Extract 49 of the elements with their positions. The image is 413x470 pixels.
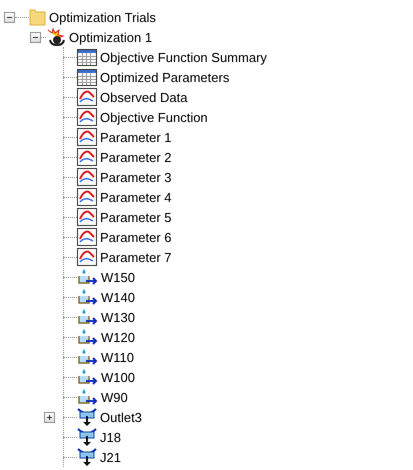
tree-item[interactable]: Observed Data <box>100 90 188 104</box>
junction-icon <box>77 447 97 467</box>
tree-item[interactable]: Optimization 1 <box>69 30 152 44</box>
tree-item[interactable]: Parameter 5 <box>100 210 172 224</box>
tree-item[interactable]: Outlet3 <box>100 410 142 424</box>
tree-item[interactable]: J21 <box>100 450 121 464</box>
basin-icon <box>77 288 98 306</box>
table-icon <box>77 48 97 66</box>
graph-icon <box>77 248 97 266</box>
tree-item[interactable]: Parameter 2 <box>100 150 172 164</box>
graph-icon <box>77 88 97 106</box>
table-icon <box>77 68 97 86</box>
tree-item[interactable]: Objective Function Summary <box>100 50 267 64</box>
basin-icon <box>77 268 98 286</box>
tree-item[interactable]: W120 <box>101 330 135 344</box>
graph-icon <box>77 108 97 126</box>
graph-icon <box>77 148 97 166</box>
tree-item[interactable]: J18 <box>100 430 121 444</box>
tree-item[interactable]: Optimized Parameters <box>100 70 230 84</box>
graph-icon <box>77 208 97 226</box>
tree-item[interactable]: Parameter 4 <box>100 190 172 204</box>
graph-icon <box>77 128 97 146</box>
graph-icon <box>77 168 97 186</box>
tree-item[interactable]: Parameter 7 <box>100 250 172 264</box>
tree-item[interactable]: W140 <box>101 290 135 304</box>
basin-icon <box>77 368 98 386</box>
graph-icon <box>77 228 97 246</box>
folder-icon <box>29 8 46 26</box>
basin-icon <box>77 388 98 406</box>
tree-item[interactable]: Optimization Trials <box>49 10 156 24</box>
tree-item[interactable]: Objective Function <box>100 110 208 124</box>
tree-item[interactable]: W130 <box>101 310 135 324</box>
basin-icon <box>77 328 98 346</box>
tree-item[interactable]: Parameter 1 <box>100 130 172 144</box>
tree-item[interactable]: W90 <box>101 390 128 404</box>
junction-icon <box>77 427 97 447</box>
tree-item[interactable]: W150 <box>101 270 135 284</box>
basin-icon <box>77 348 98 366</box>
expand-toggle[interactable] <box>44 412 55 423</box>
collapse-toggle[interactable] <box>30 32 41 43</box>
graph-icon <box>77 188 97 206</box>
collapse-toggle[interactable] <box>4 12 15 23</box>
tree-item[interactable]: Parameter 6 <box>100 230 172 244</box>
basin-icon <box>77 308 98 326</box>
junction-icon <box>77 407 97 427</box>
tree-item[interactable]: W100 <box>101 370 135 384</box>
burst-icon <box>46 28 66 46</box>
tree-item[interactable]: W110 <box>101 350 134 364</box>
tree-item[interactable]: Parameter 3 <box>100 170 172 184</box>
